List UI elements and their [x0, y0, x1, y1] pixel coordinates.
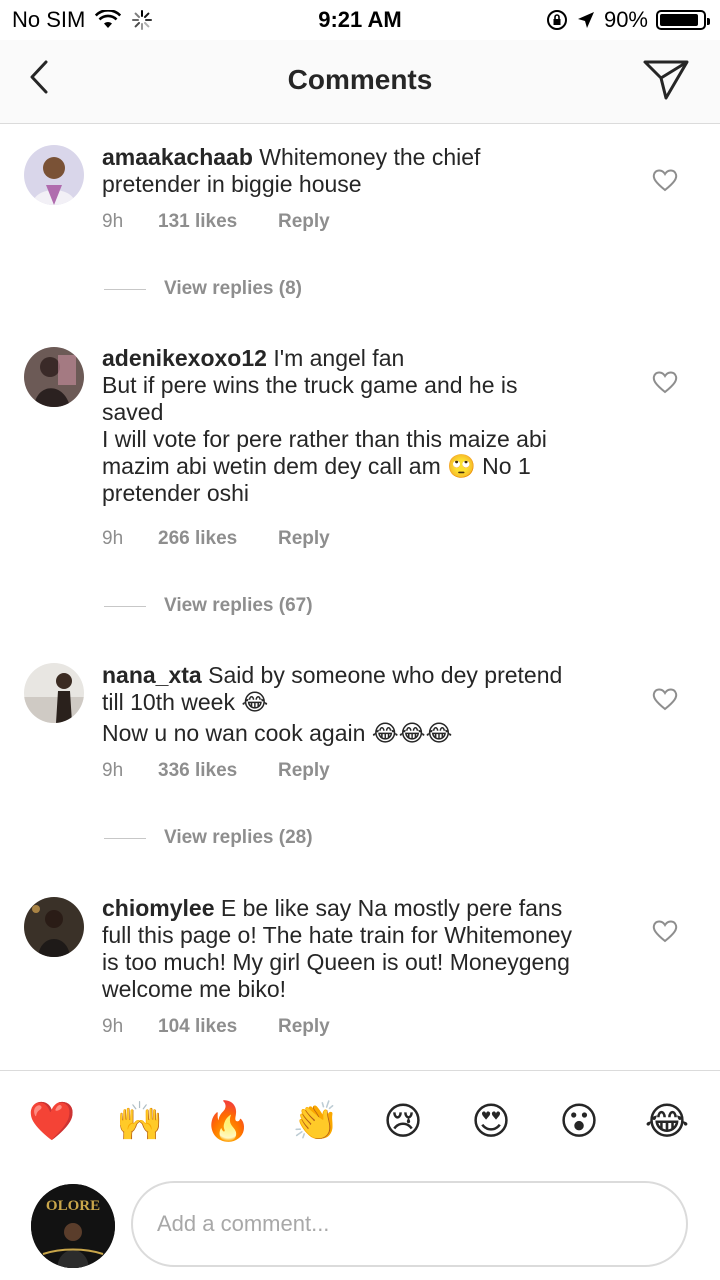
comment-likes[interactable]: 266 likes	[158, 528, 278, 550]
comment-line: is too much! My girl Queen is out! Money…	[102, 949, 570, 975]
view-replies-label: View replies (8)	[164, 278, 302, 299]
avatar-image	[24, 347, 84, 407]
like-heart-icon[interactable]	[652, 687, 678, 711]
reply-button[interactable]: Reply	[278, 760, 330, 782]
avatar[interactable]	[24, 347, 84, 407]
avatar-logo-text: OLORE	[46, 1198, 100, 1214]
avatar-image	[24, 663, 84, 723]
orientation-lock-icon	[546, 10, 567, 30]
heart-eyes-emoji-button[interactable]: 😍	[468, 1099, 514, 1145]
battery-fill	[660, 14, 698, 26]
comment-username[interactable]: amaakachaab	[102, 144, 253, 170]
comment-text: chiomylee E be like say Na mostly pere f…	[102, 895, 622, 1003]
comment-meta: 9h 336 likes Reply	[102, 760, 330, 782]
comment-composer: OLORE	[0, 1176, 720, 1280]
comment-line: full this page o! The hate train for Whi…	[102, 922, 573, 948]
like-heart-icon[interactable]	[652, 370, 678, 394]
comment-line: pretender in biggie house	[102, 171, 362, 197]
comment-line: till 10th week 😂	[102, 689, 269, 715]
fire-emoji-button[interactable]: 🔥	[204, 1099, 251, 1145]
comment-line: E be like say Na mostly pere fans	[220, 895, 563, 921]
comment-time: 9h	[102, 1016, 124, 1037]
comment-line: Whitemoney the chief	[259, 144, 481, 170]
comment-line: Now u no wan cook again 😂😂😂	[102, 720, 453, 746]
comment-line: saved	[102, 399, 164, 425]
comment-time: 9h	[102, 528, 124, 549]
comment-text: amaakachaab Whitemoney the chief pretend…	[102, 144, 622, 198]
battery-icon	[656, 10, 710, 30]
view-replies-button[interactable]: View replies (8)	[104, 278, 302, 300]
view-replies-button[interactable]: View replies (67)	[104, 595, 313, 617]
comment-likes[interactable]: 336 likes	[158, 760, 278, 782]
page-title: Comments	[287, 64, 433, 95]
clapping-emoji-button[interactable]: 👏	[292, 1099, 339, 1145]
emoji-quick-bar: ❤️ 🙌 🔥 👏 😢 😍 😮 😂	[0, 1070, 720, 1176]
comment-line: Said by someone who dey pretend	[208, 662, 563, 688]
comment-text: nana_xta Said by someone who dey pretend…	[102, 662, 622, 747]
avatar[interactable]	[24, 663, 84, 723]
comment-meta: 9h 266 likes Reply	[102, 528, 330, 550]
surprised-emoji-button[interactable]: 😮	[556, 1099, 602, 1145]
view-replies-label: View replies (28)	[164, 827, 313, 848]
avatar[interactable]	[24, 897, 84, 957]
comment-username[interactable]: nana_xta	[102, 662, 202, 688]
avatar-image	[24, 145, 84, 205]
comment-line: But if pere wins the truck game and he i…	[102, 372, 518, 398]
comment-line: pretender oshi	[102, 480, 250, 506]
reply-button[interactable]: Reply	[278, 528, 330, 550]
comment-likes[interactable]: 104 likes	[158, 1016, 278, 1038]
comment-username[interactable]: chiomylee	[102, 895, 215, 921]
location-arrow-icon	[577, 12, 594, 28]
avatar[interactable]	[24, 145, 84, 205]
heart-emoji-button[interactable]: ❤️	[28, 1099, 75, 1145]
comment-meta: 9h 131 likes Reply	[102, 211, 330, 233]
send-direct-icon[interactable]	[642, 56, 690, 102]
comment-username[interactable]: adenikexoxo12	[102, 345, 267, 371]
comment-time: 9h	[102, 760, 124, 781]
battery-percent: 90%	[603, 7, 648, 32]
laughing-emoji-button[interactable]: 😂	[644, 1099, 690, 1145]
comment-time: 9h	[102, 211, 124, 232]
comment-text: adenikexoxo12 I'm angel fan But if pere …	[102, 345, 622, 507]
view-replies-label: View replies (67)	[164, 595, 313, 616]
avatar-image	[24, 897, 84, 957]
comment-line: mazim abi wetin dem dey call am 🙄 No 1	[102, 453, 531, 479]
comment-line: I'm angel fan	[273, 345, 405, 371]
current-user-avatar[interactable]: OLORE	[31, 1184, 115, 1268]
comment-line: I will vote for pere rather than this ma…	[102, 426, 547, 452]
navigation-bar: Comments	[0, 40, 720, 124]
divider-line	[104, 288, 146, 290]
view-replies-button[interactable]: View replies (28)	[104, 827, 313, 849]
avatar-image: OLORE	[31, 1184, 115, 1268]
status-right: 90%	[546, 7, 710, 33]
raising-hands-emoji-button[interactable]: 🙌	[116, 1099, 163, 1145]
comment-input[interactable]	[131, 1181, 688, 1267]
comment-meta: 9h 104 likes Reply	[102, 1016, 330, 1038]
divider-line	[104, 837, 146, 839]
reply-button[interactable]: Reply	[278, 211, 330, 233]
like-heart-icon[interactable]	[652, 168, 678, 192]
comment-likes[interactable]: 131 likes	[158, 211, 278, 233]
comment-line: welcome me biko!	[102, 976, 287, 1002]
reply-button[interactable]: Reply	[278, 1016, 330, 1038]
crying-emoji-button[interactable]: 😢	[380, 1099, 426, 1145]
battery-nub	[707, 18, 710, 25]
divider-line	[104, 605, 146, 607]
like-heart-icon[interactable]	[652, 919, 678, 943]
status-bar: No SIM 9:21 AM 90%	[0, 0, 720, 40]
